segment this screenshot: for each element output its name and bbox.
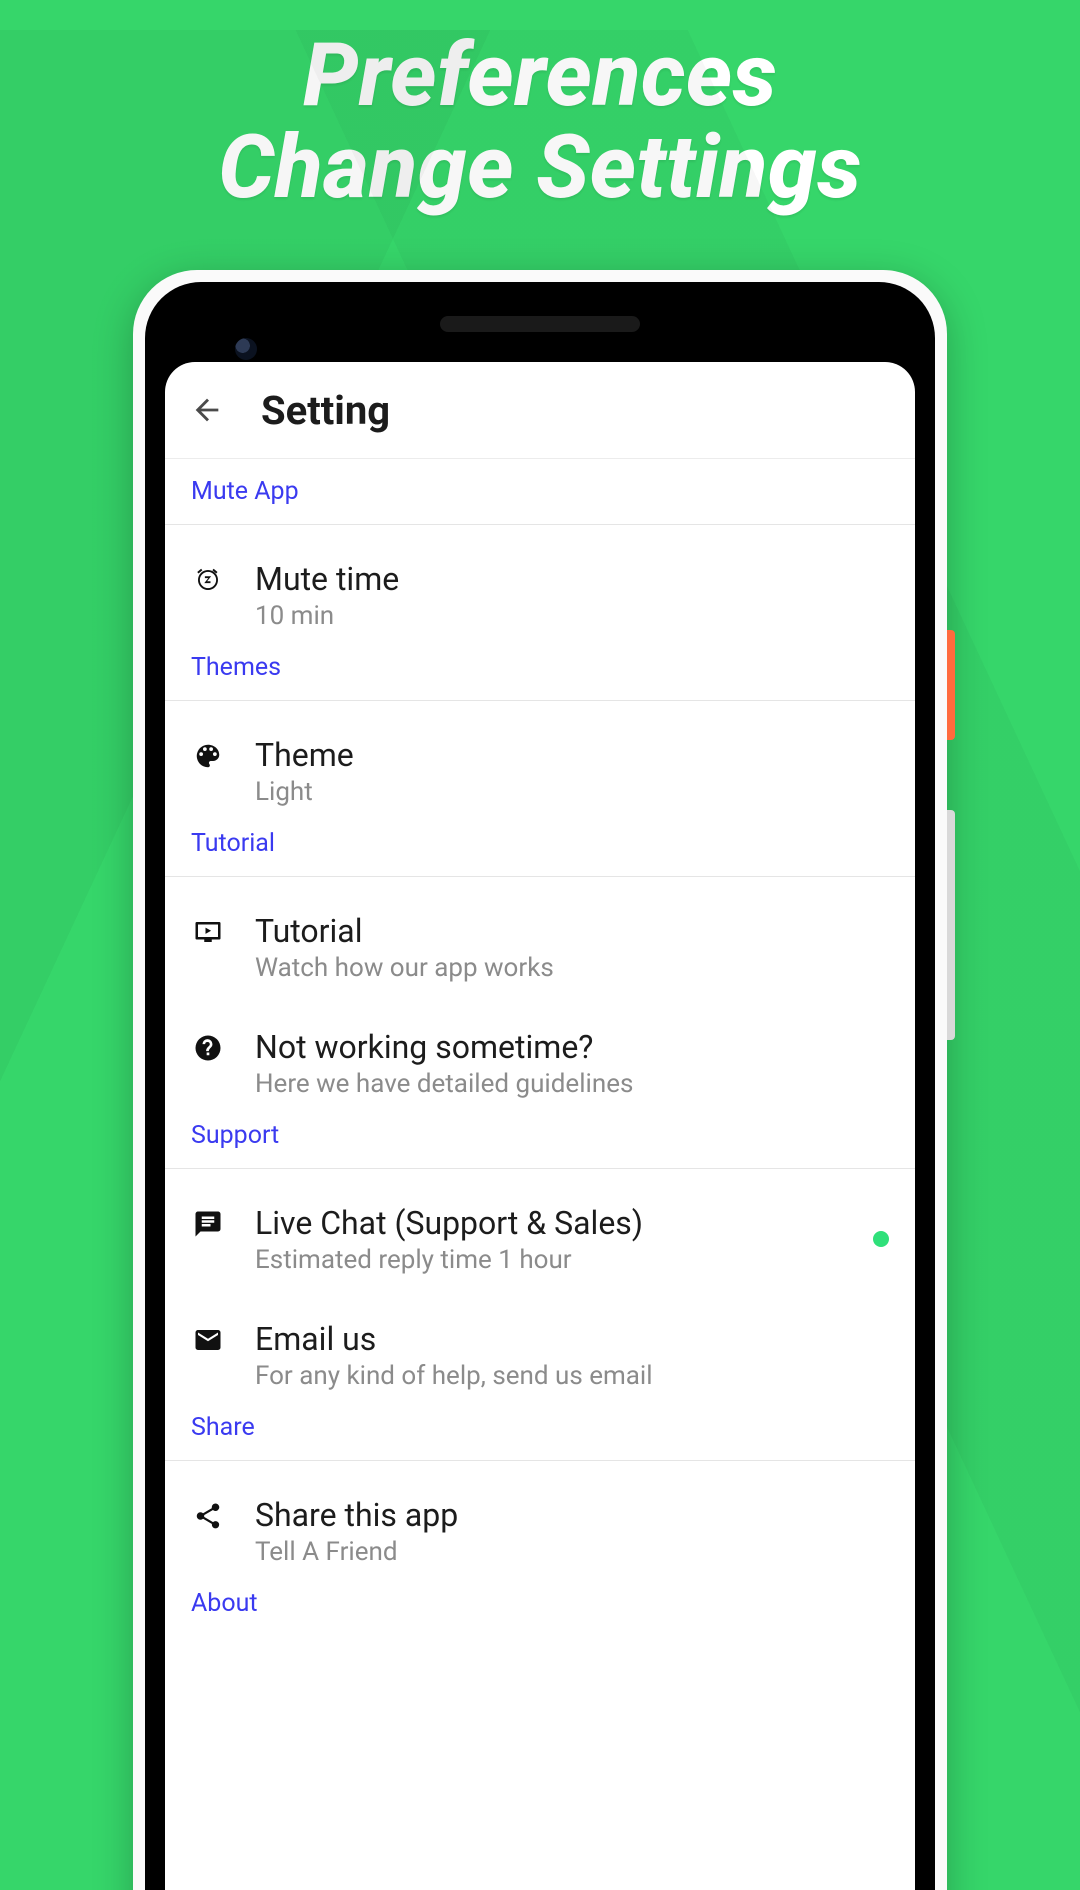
section-support: Live Chat (Support & Sales) Estimated re… <box>165 1168 915 1460</box>
row-title: Live Chat (Support & Sales) <box>255 1203 843 1243</box>
promo-line-2: Change Settings <box>0 122 1080 214</box>
tv-play-icon <box>191 917 225 947</box>
app-bar: Setting <box>165 362 915 458</box>
online-status-indicator <box>873 1231 889 1247</box>
row-troubleshoot[interactable]: Not working sometime? Here we have detai… <box>165 1003 915 1119</box>
row-title: Tutorial <box>255 911 889 951</box>
row-live-chat[interactable]: Live Chat (Support & Sales) Estimated re… <box>165 1179 915 1295</box>
row-title: Theme <box>255 735 889 775</box>
row-email-us[interactable]: Email us For any kind of help, send us e… <box>165 1295 915 1411</box>
chat-icon <box>191 1209 225 1239</box>
row-title: Not working sometime? <box>255 1027 889 1067</box>
section-tutorial: Tutorial Watch how our app works Not wor… <box>165 876 915 1168</box>
help-circle-icon <box>191 1033 225 1063</box>
section-label-about: About <box>165 1587 915 1636</box>
snooze-alarm-icon <box>191 565 225 595</box>
mail-icon <box>191 1325 225 1355</box>
section-label-share: Share <box>165 1411 915 1460</box>
back-button[interactable] <box>187 390 227 430</box>
row-title: Mute time <box>255 559 889 599</box>
row-subtitle: Watch how our app works <box>255 953 889 983</box>
phone-side-button-bottom <box>947 810 955 1040</box>
row-subtitle: Estimated reply time 1 hour <box>255 1245 843 1275</box>
row-subtitle: Tell A Friend <box>255 1537 889 1567</box>
row-title: Share this app <box>255 1495 889 1535</box>
row-tutorial-watch[interactable]: Tutorial Watch how our app works <box>165 887 915 1003</box>
section-label-mute-app: Mute App <box>165 458 915 524</box>
page-title: Setting <box>261 387 390 434</box>
settings-list[interactable]: Mute App Mute time 10 min Themes <box>165 458 915 1890</box>
section-share: Share this app Tell A Friend About <box>165 1460 915 1636</box>
phone-speaker <box>440 316 640 332</box>
phone-side-button-top <box>947 630 955 740</box>
row-subtitle: Here we have detailed guidelines <box>255 1069 889 1099</box>
row-subtitle: For any kind of help, send us email <box>255 1361 889 1391</box>
row-title: Email us <box>255 1319 889 1359</box>
row-subtitle: 10 min <box>255 601 889 631</box>
row-theme[interactable]: Theme Light <box>165 711 915 827</box>
phone-camera <box>235 338 257 360</box>
promo-line-1: Preferences <box>0 30 1080 122</box>
share-icon <box>191 1501 225 1531</box>
row-mute-time[interactable]: Mute time 10 min <box>165 535 915 651</box>
section-label-themes: Themes <box>165 651 915 700</box>
section-label-tutorial: Tutorial <box>165 827 915 876</box>
phone-frame: Setting Mute App Mute time 10 min Theme <box>145 282 935 1890</box>
section-mute-app: Mute time 10 min Themes <box>165 524 915 700</box>
arrow-left-icon <box>190 393 224 427</box>
phone-mockup: Setting Mute App Mute time 10 min Theme <box>133 270 947 1890</box>
section-label-support: Support <box>165 1119 915 1168</box>
palette-icon <box>191 741 225 771</box>
section-themes: Theme Light Tutorial <box>165 700 915 876</box>
row-share-app[interactable]: Share this app Tell A Friend <box>165 1471 915 1587</box>
status-dot-icon <box>873 1231 889 1247</box>
promo-heading: Preferences Change Settings <box>0 30 1080 215</box>
row-subtitle: Light <box>255 777 889 807</box>
app-screen: Setting Mute App Mute time 10 min Theme <box>165 362 915 1890</box>
